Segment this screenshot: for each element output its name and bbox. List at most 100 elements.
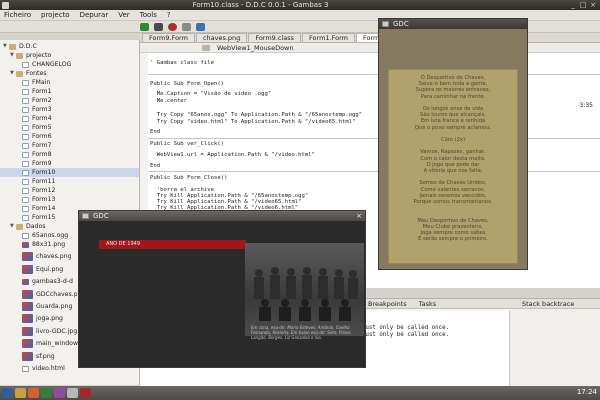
editor-tabs: Form9.Form chaves.png Form9.class Form1.…	[140, 33, 600, 43]
tree-item[interactable]: Form8	[0, 150, 52, 159]
tab-form1-form[interactable]: Form1.Form	[302, 33, 355, 42]
gdc-photo-titlebar[interactable]: GDC ×	[79, 211, 365, 221]
gdc-photo-window[interactable]: GDC × ANO DE 1949 Em cima, esq-dir: Mari…	[78, 210, 366, 368]
tree-item[interactable]: Form1	[0, 87, 52, 96]
code-line: Public Sub Form_Close()	[150, 175, 228, 181]
expand-icon[interactable]: ▼	[3, 42, 8, 51]
tab-chaves-png[interactable]: chaves.png	[195, 33, 248, 42]
expand-icon[interactable]: ▼	[10, 69, 15, 78]
tree-item-label: 88x31.png	[32, 241, 66, 248]
chevron-down-icon[interactable]	[202, 45, 210, 51]
expand-icon[interactable]: ▼	[10, 51, 15, 60]
tree-item[interactable]: Form5	[0, 123, 52, 132]
tree-item[interactable]: Form6	[0, 132, 52, 141]
tree-item-label: projecto	[26, 52, 52, 59]
window-task-icon[interactable]	[67, 388, 78, 398]
tree-item[interactable]: joga.png	[0, 314, 63, 324]
menu-help[interactable]: ?	[167, 11, 171, 19]
menu-ficheiro[interactable]: Ficheiro	[4, 11, 31, 19]
tree-item-label: Form14	[32, 205, 56, 212]
tree-item[interactable]: livro-GDC.jpg	[0, 326, 77, 336]
procedure-bar: WebView1_MouseDown	[140, 43, 600, 53]
tree-item[interactable]: Form14	[0, 204, 55, 213]
tree-item[interactable]: Form9	[0, 159, 52, 168]
tree-item[interactable]: Form3	[0, 105, 52, 114]
tree-item[interactable]: CHANGELOG	[0, 60, 71, 69]
code-line: End	[150, 129, 161, 135]
close-icon[interactable]: ×	[356, 211, 362, 221]
tree-folder[interactable]: ▼ D.D.C	[0, 42, 37, 51]
menu-depurar[interactable]: Depurar	[80, 11, 109, 19]
form-icon	[22, 187, 29, 194]
tree-folder[interactable]: ▼ Dados	[0, 222, 46, 231]
gdc-task-icon[interactable]	[80, 388, 91, 398]
maximize-icon[interactable]: □	[579, 1, 587, 9]
tree-item[interactable]: video.html	[0, 364, 65, 373]
step-over-icon[interactable]	[196, 22, 205, 31]
tree-item[interactable]: chaves.png	[0, 252, 72, 262]
gdc-photo-title: GDC	[93, 212, 109, 220]
tree-item-label: Form15	[32, 214, 56, 221]
code-line: Me.center	[150, 98, 188, 104]
gdc-lyrics-window[interactable]: GDC Ó Desportivo de Chaves, Salve-o bem t…	[378, 18, 528, 270]
gambas-icon[interactable]	[54, 388, 65, 398]
step-icon[interactable]	[182, 22, 191, 31]
tree-item[interactable]: gambas3-d-d	[0, 277, 73, 286]
menu-tools[interactable]: Tools	[140, 11, 157, 19]
close-icon[interactable]: ×	[589, 1, 597, 9]
proc-separator	[148, 138, 600, 139]
run-icon[interactable]	[140, 22, 149, 31]
tree-item[interactable]: sf.png	[0, 351, 55, 361]
tree-item[interactable]: Form4	[0, 114, 52, 123]
tree-folder[interactable]: ▼ Fontes	[0, 69, 47, 78]
image-icon	[22, 289, 33, 299]
gdc-lyrics-titlebar[interactable]: GDC	[379, 19, 527, 29]
browser-icon[interactable]	[28, 388, 39, 398]
terminal-icon[interactable]	[41, 388, 52, 398]
stack-panel: Stack backtrace	[510, 299, 600, 386]
tree-item-label: video.html	[32, 365, 65, 372]
tree-item-label: Form10	[32, 169, 56, 176]
code-line: Try Copy "65anos.ogg" To Application.Pat…	[150, 112, 363, 118]
method-combo[interactable]: WebView1_MouseDown	[217, 44, 294, 52]
start-menu-icon[interactable]	[2, 388, 13, 398]
tree-item[interactable]: Guarda.png	[0, 302, 72, 311]
file-icon	[22, 232, 29, 239]
photo-caption: Em cima, esq-dir: Mario Esteves, António…	[251, 325, 351, 340]
tree-item[interactable]: Form13	[0, 195, 55, 204]
pause-icon[interactable]	[154, 22, 163, 31]
tree-folder[interactable]: ▼ projecto	[0, 51, 51, 60]
menu-ver[interactable]: Ver	[118, 11, 129, 19]
expand-icon[interactable]: ▼	[10, 222, 15, 231]
tree-item[interactable]: 88x31.png	[0, 240, 65, 249]
tree-item[interactable]: Form11	[0, 177, 55, 186]
tree-item-label: sf.png	[36, 352, 55, 360]
menu-projecto[interactable]: projecto	[41, 11, 70, 19]
form-icon	[22, 178, 29, 185]
tree-item[interactable]: Form10	[0, 168, 139, 177]
tree-item[interactable]: FMain	[0, 78, 50, 87]
tab-breakpoints[interactable]: Breakpoints	[362, 300, 413, 308]
minimize-icon[interactable]: _	[569, 1, 577, 9]
tree-item[interactable]: Form2	[0, 96, 52, 105]
files-icon[interactable]	[15, 388, 26, 398]
stop-icon[interactable]	[168, 22, 177, 31]
tab-form9-form[interactable]: Form9.Form	[142, 33, 195, 42]
tree-item-label: Form8	[32, 151, 52, 158]
tree-item[interactable]: Form12	[0, 186, 55, 195]
tree-item-label: FMain	[32, 79, 51, 86]
tree-item[interactable]: Form15	[0, 213, 55, 222]
tree-item[interactable]: Equi.png	[0, 264, 63, 274]
tree-item-label: D.D.C	[19, 43, 37, 50]
app-icon	[382, 21, 389, 27]
tree-item-label: Guarda.png	[36, 303, 73, 310]
tree-item[interactable]: GDCchaves.png	[0, 289, 85, 299]
tree-item-label: Form12	[32, 187, 56, 194]
tree-item-label: Form3	[32, 106, 52, 113]
tree-item[interactable]: Form7	[0, 141, 52, 150]
video-view[interactable]: ANO DE 1949 Em cima, esq-dir: Mario Este…	[79, 221, 365, 367]
tab-tasks[interactable]: Tasks	[413, 300, 442, 308]
tab-form9-class[interactable]: Form9.class	[248, 33, 302, 42]
tree-item[interactable]: 65anos.ogg	[0, 231, 68, 240]
image-icon	[22, 252, 33, 262]
